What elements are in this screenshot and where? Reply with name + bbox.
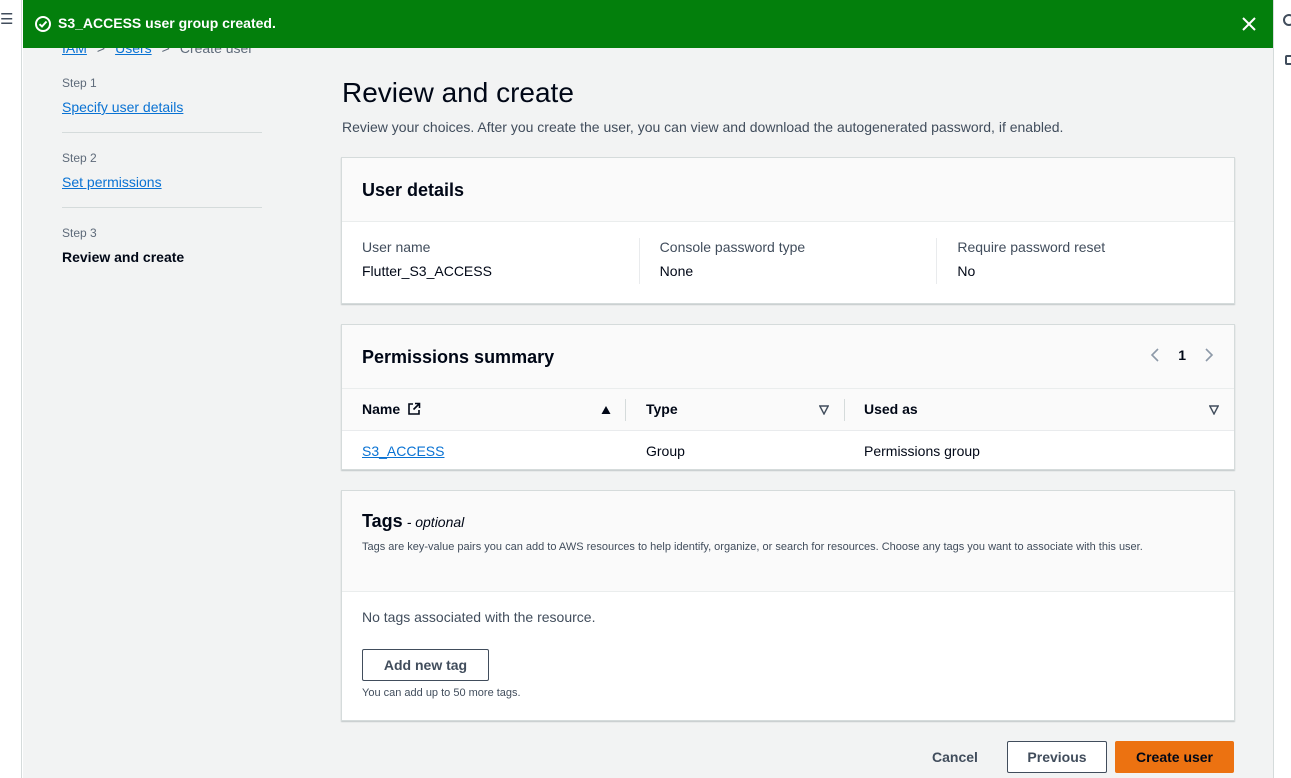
cell-type: Group [646,443,685,459]
page-title: Review and create [342,77,574,108]
sort-icon[interactable] [819,405,829,415]
tags-title: Tags - optional [362,511,464,532]
table-header: Name Type Used as [342,389,1234,431]
tags-limit-note: You can add up to 50 more tags. [362,687,521,699]
table-row: S3_ACCESS Group Permissions group [342,431,1234,471]
console-password-type-field: Console password type None [638,238,937,284]
step-number: Step 1 [62,76,97,90]
tags-header: Tags - optional Tags are key-value pairs … [342,491,1234,592]
group-link[interactable]: S3_ACCESS [362,443,444,459]
notes-icon[interactable] [1285,55,1291,65]
add-new-tag-button[interactable]: Add new tag [362,649,489,681]
main-content: IAM > Users > Create user S3_ACCESS user gro… [23,0,1273,778]
cell-used-as: Permissions group [864,443,980,459]
flash-message: S3_ACCESS user group created. [58,15,276,31]
column-header-name[interactable]: Name [362,401,421,417]
step-link-set-permissions[interactable]: Set permissions [62,173,262,191]
field-value: None [659,263,694,279]
permissions-summary-header: Permissions summary 1 [342,325,1234,389]
tags-title-text: Tags [362,511,403,531]
column-divider [625,399,626,421]
tags-empty-message: No tags associated with the resource. [362,609,596,625]
step-link-specify-user-details[interactable]: Specify user details [62,98,262,116]
user-details-title: User details [362,180,465,200]
step-1: Step 1 Specify user details [62,70,262,133]
step-number: Step 2 [62,151,97,165]
pagination: 1 [1150,347,1214,363]
help-icon[interactable] [1283,14,1291,26]
page-number[interactable]: 1 [1178,347,1186,363]
sort-icon[interactable] [1209,405,1219,415]
cancel-button[interactable]: Cancel [920,741,990,773]
step-3: Step 3 Review and create [62,220,262,282]
user-name-field: User name Flutter_S3_ACCESS [342,238,639,284]
tags-description: Tags are key-value pairs you can add to … [362,541,1143,553]
column-divider [844,399,845,421]
user-details-container: User details User name Flutter_S3_ACCESS… [341,157,1235,304]
field-value: Flutter_S3_ACCESS [362,263,492,279]
column-header-type[interactable]: Type [646,401,678,417]
right-utility-rail [1273,0,1291,778]
page-description: Review your choices. After you create th… [342,119,1064,135]
step-number: Step 3 [62,226,97,240]
column-header-used-as[interactable]: Used as [864,401,918,417]
field-value: No [957,263,976,279]
user-details-header: User details [342,158,1234,222]
success-check-icon [35,16,51,32]
previous-button[interactable]: Previous [1007,741,1107,773]
tags-optional: - optional [406,514,465,530]
tags-container: Tags - optional Tags are key-value pairs … [341,490,1235,721]
external-link-icon [408,402,421,415]
side-navigation-rail: ☰ [0,0,22,778]
success-flashbar: S3_ACCESS user group created. [23,0,1273,48]
cell-name: S3_ACCESS [362,443,444,459]
wizard-steps: Step 1 Specify user details Step 2 Set p… [62,70,262,294]
field-label: Require password reset [957,239,1106,255]
menu-icon[interactable]: ☰ [0,12,13,27]
sort-ascending-icon[interactable] [601,405,611,415]
step-2: Step 2 Set permissions [62,145,262,208]
field-label: Console password type [659,239,806,255]
chevron-right-icon[interactable] [1204,348,1214,362]
user-details-grid: User name Flutter_S3_ACCESS Console pass… [342,238,1234,284]
wizard-actions: Cancel Previous Create user [23,741,1273,773]
permissions-summary-title: Permissions summary [362,347,555,367]
permissions-summary-container: Permissions summary 1 Name Type Used as … [341,324,1235,470]
column-label: Name [362,401,401,417]
close-icon[interactable] [1241,16,1257,32]
field-label: User name [362,239,431,255]
create-user-button[interactable]: Create user [1115,741,1234,773]
require-password-reset-field: Require password reset No [936,238,1234,284]
chevron-left-icon[interactable] [1150,348,1160,362]
step-current-review-and-create: Review and create [62,249,185,265]
